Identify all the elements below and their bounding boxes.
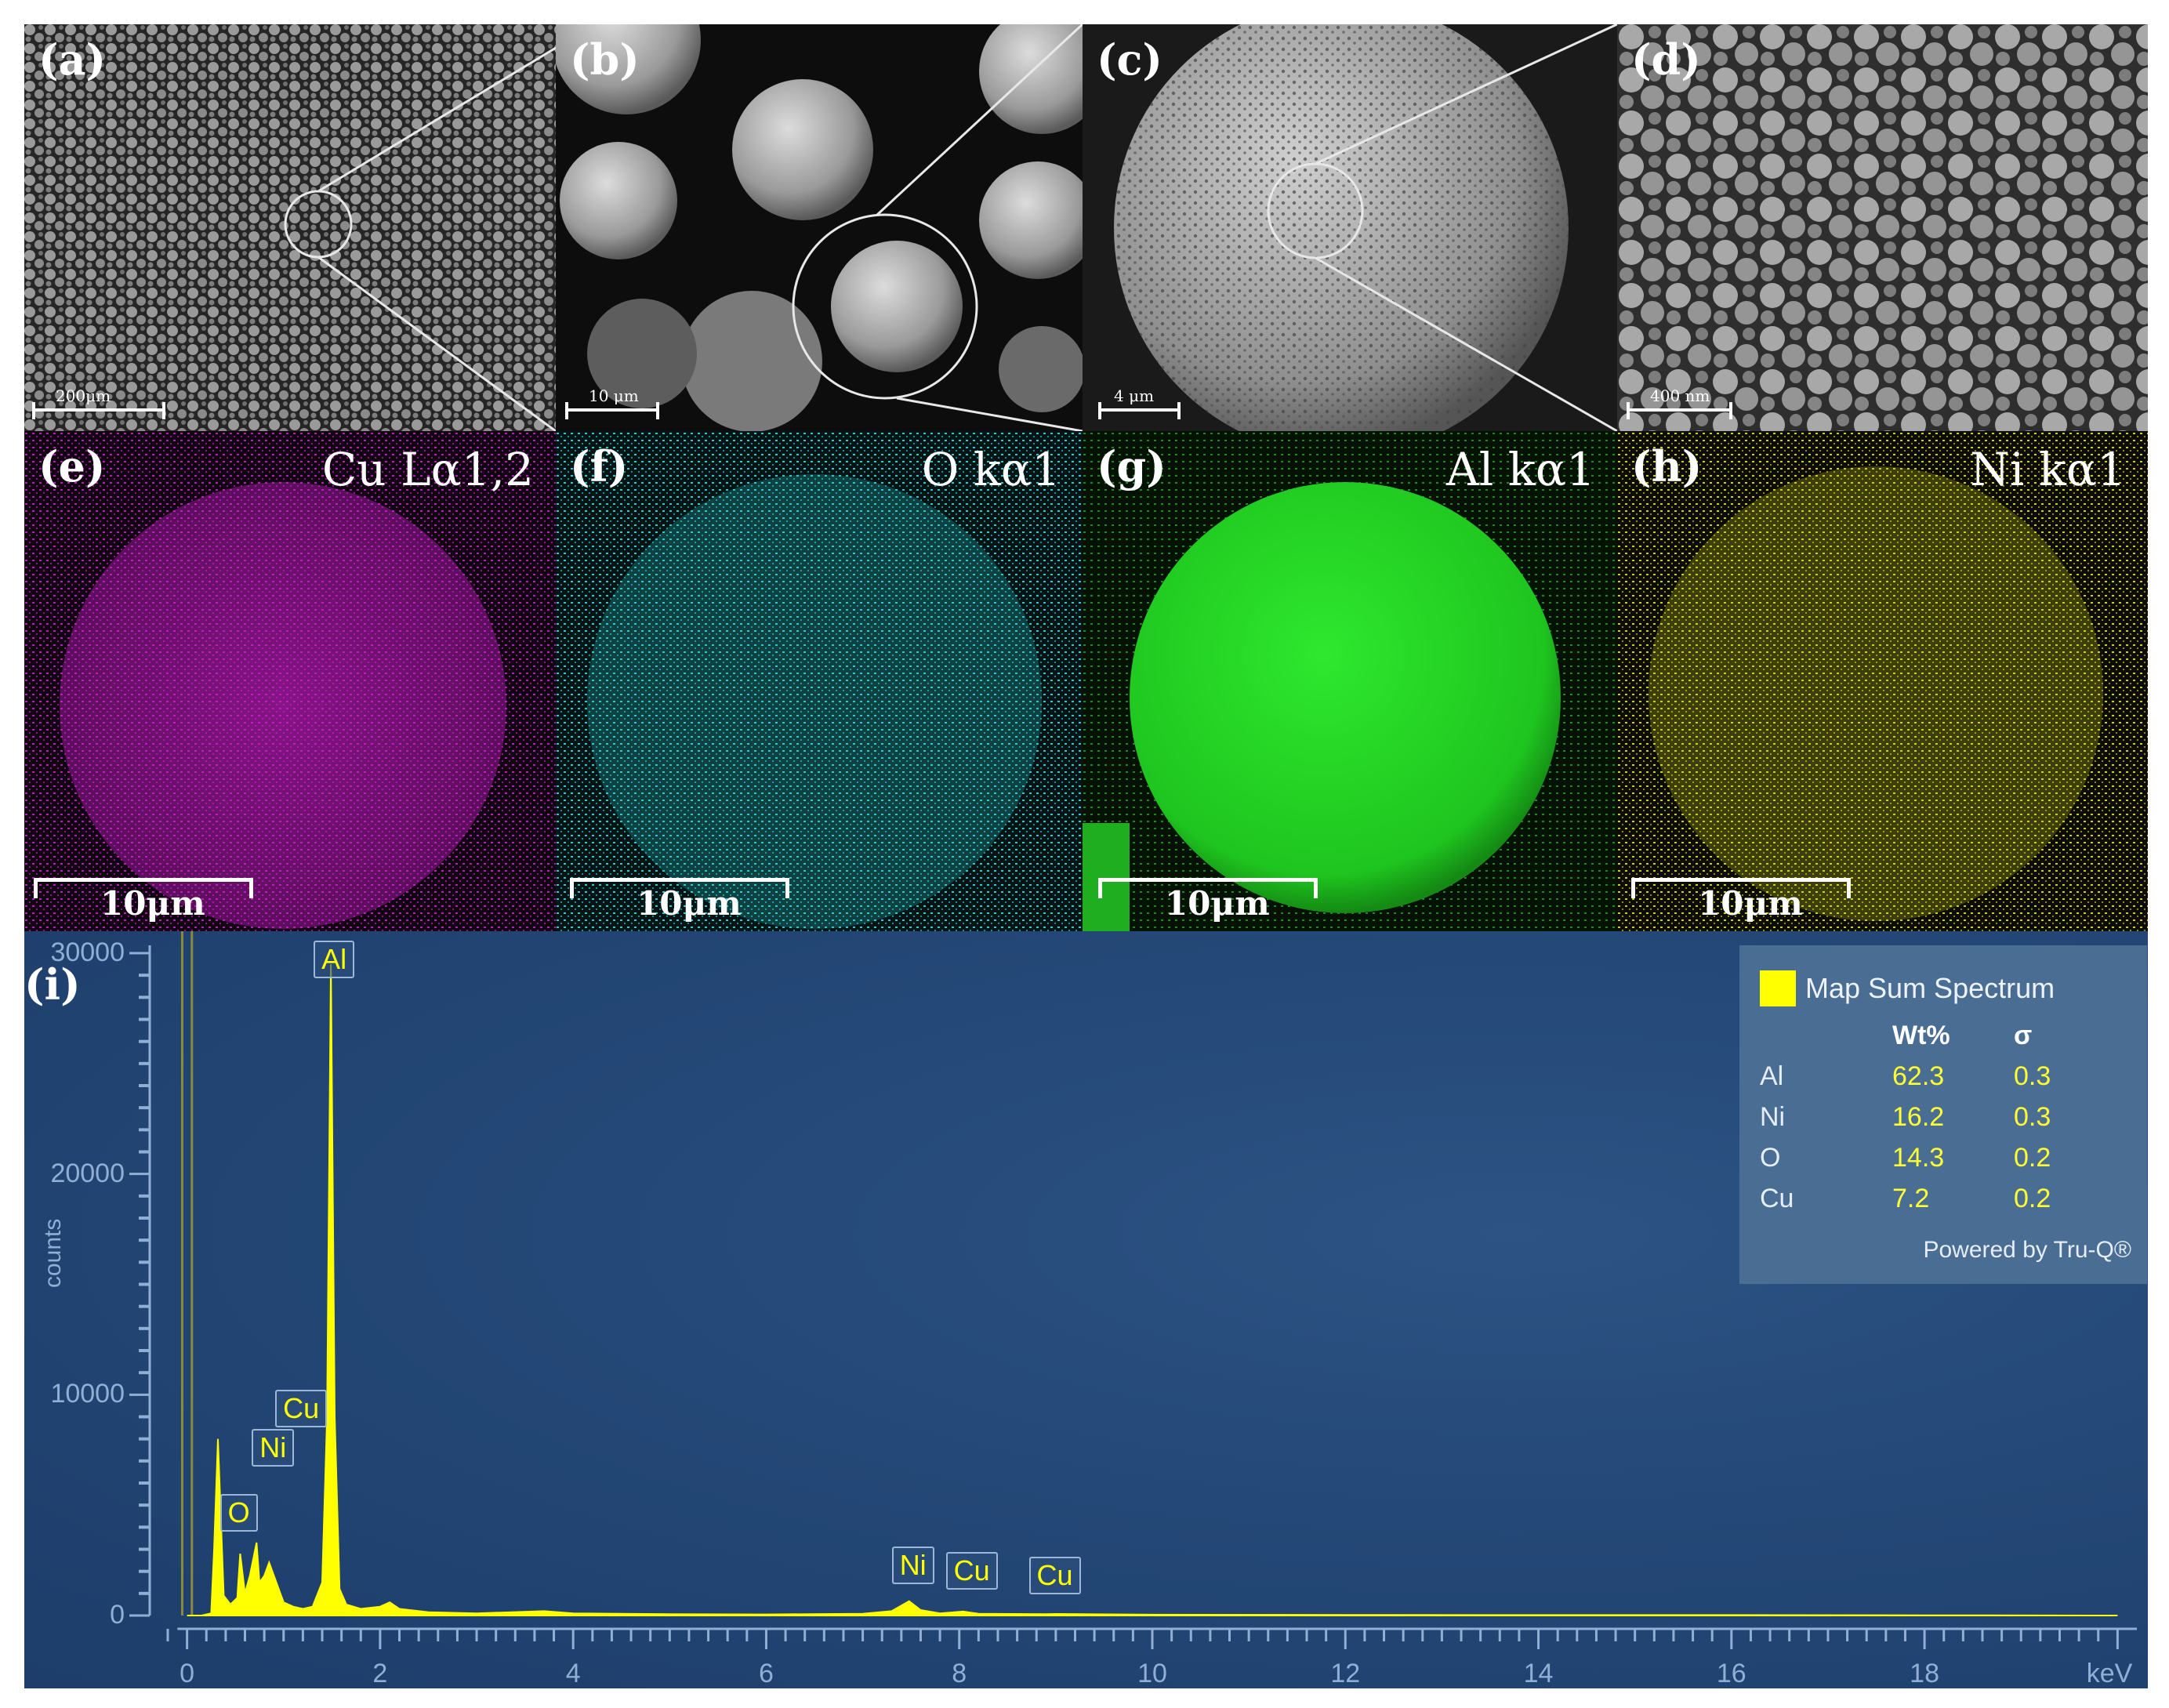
map-panel-ni: (h) Ni kα1 10μm — [1617, 431, 2148, 931]
scale-bar-label: 200μm — [56, 386, 111, 405]
map-panel-cu: (e) Cu Lα1,2 10μm — [24, 431, 556, 931]
eds-spectrum-chart: (i) 30000 20000 10000 0 0 2 4 6 8 10 12 14 16 18 keV … — [24, 931, 2148, 1688]
legend-sigma: 0.3 — [2014, 1061, 2051, 1091]
scale-bar-label: 4 μm — [1114, 386, 1155, 405]
x-tick-label: 0 — [180, 1659, 195, 1688]
panel-label: (f) — [570, 441, 629, 491]
sem-image-c — [1083, 24, 1617, 431]
legend-wt: 7.2 — [1892, 1184, 1930, 1213]
legend-sigma: 0.2 — [2014, 1143, 2051, 1173]
x-tick-label: 18 — [1910, 1659, 1939, 1688]
element-label: O kα1 — [921, 443, 1061, 496]
scale-bar-label: 10 μm — [589, 386, 639, 405]
panel-label: (e) — [38, 441, 106, 491]
y-tick-label: 0 — [110, 1600, 125, 1630]
legend-element: Al — [1760, 1061, 1784, 1091]
peak-label: Cu — [275, 1390, 328, 1427]
element-label: Al kα1 — [1445, 443, 1595, 496]
col-header-wt: Wt% — [1892, 1021, 1950, 1050]
legend-swatch — [1760, 970, 1796, 1006]
legend-sigma: 0.3 — [2014, 1102, 2051, 1132]
panel-label: (g) — [1097, 441, 1166, 491]
scale-bar-label: 400 nm — [1650, 386, 1710, 405]
y-tick-label: 20000 — [50, 1158, 125, 1188]
legend-element: O — [1760, 1143, 1781, 1173]
x-tick-label: 8 — [952, 1659, 967, 1688]
y-tick-label: 10000 — [50, 1379, 125, 1409]
panel-label: (b) — [570, 34, 640, 85]
panel-label: (d) — [1631, 34, 1701, 85]
scale-bar-label: 10μm — [100, 884, 205, 923]
sem-image-d — [1617, 24, 2148, 431]
legend-sigma: 0.2 — [2014, 1184, 2051, 1213]
sem-image-b — [556, 24, 1083, 431]
peak-label: O — [219, 1494, 258, 1532]
panel-label: (c) — [1097, 34, 1162, 85]
element-label: Cu Lα1,2 — [321, 443, 534, 496]
scale-bar-label: 10μm — [1698, 884, 1803, 923]
map-panel-o: (f) O kα1 10μm — [556, 431, 1083, 931]
map-image-ni — [1617, 431, 2148, 931]
scale-bar-label: 10μm — [1165, 884, 1270, 923]
x-tick-label: 16 — [1716, 1659, 1746, 1688]
map-panel-al: (g) Al kα1 10μm — [1083, 431, 1617, 931]
legend-element: Ni — [1760, 1102, 1786, 1132]
x-tick-label: 12 — [1330, 1659, 1361, 1688]
x-tick-label: keV — [2086, 1659, 2133, 1688]
panel-label: (a) — [38, 34, 107, 85]
sem-panel-a: (a) 200μm — [24, 24, 556, 431]
map-image-cu — [24, 431, 556, 931]
x-tick-label: 6 — [758, 1659, 774, 1688]
col-header-sigma: σ — [2014, 1021, 2033, 1050]
sem-panel-d: (d) 400 nm — [1617, 24, 2148, 431]
y-tick-label: 30000 — [50, 937, 125, 967]
legend-wt: 14.3 — [1892, 1143, 1945, 1173]
scale-bar-label: 10μm — [637, 884, 742, 923]
x-tick-label: 14 — [1523, 1659, 1554, 1688]
panel-label: (h) — [1631, 441, 1703, 491]
x-tick-label: 2 — [372, 1659, 388, 1688]
x-tick-label: 4 — [565, 1659, 581, 1688]
peak-label: Al — [314, 941, 355, 978]
x-tick-label: 10 — [1137, 1659, 1167, 1688]
peak-label: Ni — [252, 1429, 295, 1467]
peak-label: Ni — [891, 1547, 934, 1584]
legend-wt: 16.2 — [1892, 1102, 1945, 1132]
powered-by-label: Powered by Tru-Q® — [1923, 1237, 2131, 1263]
legend-title: Map Sum Spectrum — [1805, 972, 2055, 1004]
legend-wt: 62.3 — [1892, 1061, 1945, 1091]
y-axis-label: counts — [40, 1218, 66, 1288]
map-image-o — [556, 431, 1083, 931]
map-image-al — [1083, 431, 1617, 931]
sem-image-a — [24, 24, 556, 431]
legend-element: Cu — [1760, 1184, 1794, 1213]
peak-label: Cu — [945, 1552, 998, 1590]
element-label: Ni kα1 — [1970, 443, 2126, 496]
sem-panel-b: (b) 10 μm — [556, 24, 1083, 431]
sem-panel-c: (c) 4 μm — [1083, 24, 1617, 431]
peak-label: Cu — [1028, 1557, 1081, 1594]
quantification-legend: Map Sum Spectrum Wt% σ Al 62.3 0.3 Ni 16… — [1739, 945, 2147, 1284]
